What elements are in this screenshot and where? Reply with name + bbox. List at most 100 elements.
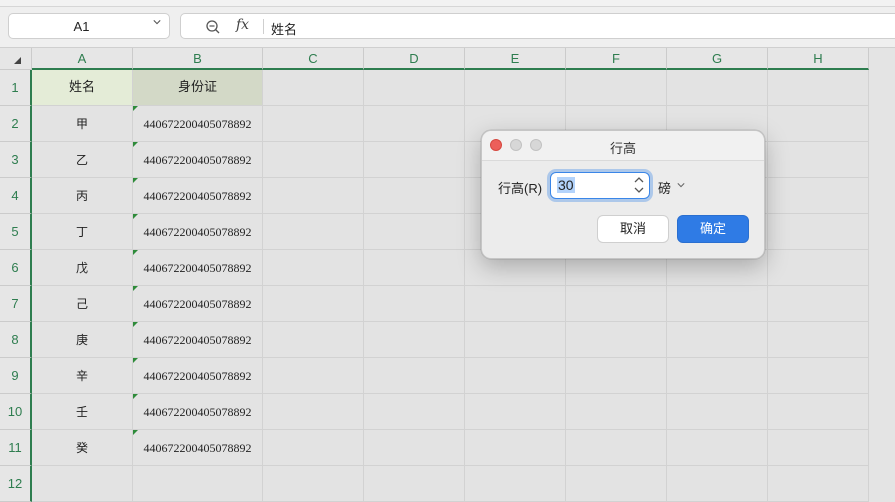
cell-b1[interactable]: 身份证 <box>133 70 263 106</box>
column-header-d[interactable]: D <box>364 48 465 70</box>
cell-b3[interactable]: 440672200405078892 <box>133 142 263 178</box>
cell-b8[interactable]: 440672200405078892 <box>133 322 263 358</box>
row-header-11[interactable]: 11 <box>0 430 32 466</box>
cell-a5[interactable]: 丁 <box>32 214 133 250</box>
cell-c5[interactable] <box>263 214 364 250</box>
cell-g11[interactable] <box>667 430 768 466</box>
cell-g1[interactable] <box>667 70 768 106</box>
fx-icon[interactable]: fx <box>236 17 249 33</box>
cell-a1[interactable]: 姓名 <box>32 70 133 106</box>
cell-h3[interactable] <box>768 142 869 178</box>
cell-e8[interactable] <box>465 322 566 358</box>
cell-d10[interactable] <box>364 394 465 430</box>
cell-b5[interactable]: 440672200405078892 <box>133 214 263 250</box>
column-header-h[interactable]: H <box>768 48 869 70</box>
cell-h7[interactable] <box>768 286 869 322</box>
zoom-icon[interactable] <box>205 19 221 35</box>
cell-f1[interactable] <box>566 70 667 106</box>
cell-d6[interactable] <box>364 250 465 286</box>
cell-c2[interactable] <box>263 106 364 142</box>
cell-c8[interactable] <box>263 322 364 358</box>
cell-c7[interactable] <box>263 286 364 322</box>
cell-e11[interactable] <box>465 430 566 466</box>
cell-b2[interactable]: 440672200405078892 <box>133 106 263 142</box>
cell-d2[interactable] <box>364 106 465 142</box>
cell-a2[interactable]: 甲 <box>32 106 133 142</box>
column-header-g[interactable]: G <box>667 48 768 70</box>
formula-input[interactable]: fx 姓名 <box>180 13 895 39</box>
cell-c1[interactable] <box>263 70 364 106</box>
cell-a7[interactable]: 己 <box>32 286 133 322</box>
row-header-7[interactable]: 7 <box>0 286 32 322</box>
chevron-down-icon[interactable] <box>153 18 161 26</box>
column-header-f[interactable]: F <box>566 48 667 70</box>
unit-select[interactable]: 磅 <box>658 178 671 197</box>
column-header-b[interactable]: B <box>133 48 263 70</box>
cell-c10[interactable] <box>263 394 364 430</box>
formula-content[interactable]: 姓名 <box>271 19 297 38</box>
cell-g7[interactable] <box>667 286 768 322</box>
ok-button[interactable]: 确定 <box>677 215 749 243</box>
cell-h9[interactable] <box>768 358 869 394</box>
cell-e1[interactable] <box>465 70 566 106</box>
column-header-a[interactable]: A <box>32 48 133 70</box>
cell-f8[interactable] <box>566 322 667 358</box>
cell-f9[interactable] <box>566 358 667 394</box>
cell-d9[interactable] <box>364 358 465 394</box>
cell-c12[interactable] <box>263 466 364 502</box>
cell-h5[interactable] <box>768 214 869 250</box>
row-header-6[interactable]: 6 <box>0 250 32 286</box>
cell-a8[interactable]: 庚 <box>32 322 133 358</box>
cell-d8[interactable] <box>364 322 465 358</box>
column-header-e[interactable]: E <box>465 48 566 70</box>
row-height-input[interactable]: 30 <box>550 172 650 199</box>
cell-g9[interactable] <box>667 358 768 394</box>
cell-a3[interactable]: 乙 <box>32 142 133 178</box>
cell-d11[interactable] <box>364 430 465 466</box>
cell-b4[interactable]: 440672200405078892 <box>133 178 263 214</box>
cell-g8[interactable] <box>667 322 768 358</box>
row-header-4[interactable]: 4 <box>0 178 32 214</box>
name-box[interactable]: A1 <box>8 13 170 39</box>
cell-a6[interactable]: 戊 <box>32 250 133 286</box>
cell-h6[interactable] <box>768 250 869 286</box>
cell-h11[interactable] <box>768 430 869 466</box>
cell-a4[interactable]: 丙 <box>32 178 133 214</box>
cell-d4[interactable] <box>364 178 465 214</box>
cell-b9[interactable]: 440672200405078892 <box>133 358 263 394</box>
row-header-3[interactable]: 3 <box>0 142 32 178</box>
cell-e7[interactable] <box>465 286 566 322</box>
cell-d1[interactable] <box>364 70 465 106</box>
cell-h8[interactable] <box>768 322 869 358</box>
cell-c4[interactable] <box>263 178 364 214</box>
row-height-value[interactable]: 30 <box>557 177 575 193</box>
row-header-12[interactable]: 12 <box>0 466 32 502</box>
select-all-button[interactable] <box>0 48 32 70</box>
cell-e9[interactable] <box>465 358 566 394</box>
row-header-2[interactable]: 2 <box>0 106 32 142</box>
cell-c6[interactable] <box>263 250 364 286</box>
cancel-button[interactable]: 取消 <box>597 215 669 243</box>
cell-h12[interactable] <box>768 466 869 502</box>
cell-b11[interactable]: 440672200405078892 <box>133 430 263 466</box>
cell-c9[interactable] <box>263 358 364 394</box>
cell-f10[interactable] <box>566 394 667 430</box>
row-header-5[interactable]: 5 <box>0 214 32 250</box>
cell-f11[interactable] <box>566 430 667 466</box>
cell-c11[interactable] <box>263 430 364 466</box>
row-header-1[interactable]: 1 <box>0 70 32 106</box>
cell-h10[interactable] <box>768 394 869 430</box>
cell-g12[interactable] <box>667 466 768 502</box>
cell-h4[interactable] <box>768 178 869 214</box>
cell-f12[interactable] <box>566 466 667 502</box>
cell-b12[interactable] <box>133 466 263 502</box>
cell-d12[interactable] <box>364 466 465 502</box>
cell-g10[interactable] <box>667 394 768 430</box>
chevron-down-icon[interactable] <box>677 181 685 189</box>
cell-b6[interactable]: 440672200405078892 <box>133 250 263 286</box>
cell-b10[interactable]: 440672200405078892 <box>133 394 263 430</box>
cell-h1[interactable] <box>768 70 869 106</box>
cell-a9[interactable]: 辛 <box>32 358 133 394</box>
spin-arrows-icon[interactable] <box>633 175 645 195</box>
cell-c3[interactable] <box>263 142 364 178</box>
